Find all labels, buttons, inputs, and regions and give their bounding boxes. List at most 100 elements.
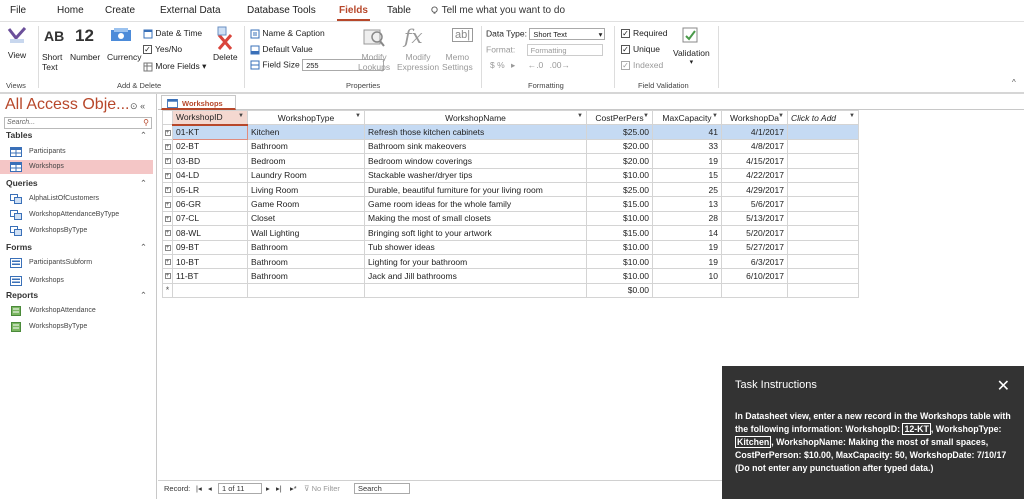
expand-subdatasheet-icon[interactable]: + xyxy=(164,143,171,150)
nav-pane-title[interactable]: All Access Obje... xyxy=(5,96,130,114)
row-selector[interactable]: + xyxy=(162,196,173,212)
required-checkbox[interactable]: ✓ Required xyxy=(621,28,668,39)
short-text-button[interactable]: AB xyxy=(44,28,64,44)
table-row[interactable]: +04-LD Laundry Room Stackable washer/dryer… xyxy=(162,167,859,183)
new-record-cell[interactable] xyxy=(652,282,722,299)
table-cell-empty[interactable] xyxy=(787,210,859,227)
table-cell[interactable]: Bathroom xyxy=(247,253,365,270)
select-all-cell[interactable] xyxy=(162,109,173,126)
table-cell[interactable]: Tub shower ideas xyxy=(364,239,587,255)
menu-external-data[interactable]: External Data xyxy=(160,5,221,16)
table-cell-empty[interactable] xyxy=(787,196,859,212)
table-row[interactable]: +06-GR Game Room Game room ideas for the w… xyxy=(162,196,859,212)
expand-subdatasheet-icon[interactable]: + xyxy=(164,230,171,237)
table-cell[interactable]: 05-LR xyxy=(172,181,248,198)
expand-subdatasheet-icon[interactable]: + xyxy=(164,158,171,165)
new-record-row[interactable]: * $0.00 xyxy=(162,282,859,299)
modify-lookups-button[interactable] xyxy=(362,26,386,50)
delete-button[interactable]: Delete xyxy=(213,26,238,62)
table-cell[interactable]: $20.00 xyxy=(586,153,653,169)
sort-dropdown-icon[interactable]: ▼ xyxy=(577,113,583,119)
table-row[interactable]: +11-BT Bathroom Jack and Jill bathrooms $10… xyxy=(162,268,859,284)
table-cell[interactable]: $25.00 xyxy=(586,181,653,198)
table-cell[interactable]: 02-BT xyxy=(172,138,248,155)
current-record-input[interactable]: 1 of 11 xyxy=(218,483,262,494)
sort-dropdown-icon[interactable]: ▼ xyxy=(712,113,718,119)
menu-fields[interactable]: Fields xyxy=(337,5,370,21)
table-cell[interactable]: 08-WL xyxy=(172,225,248,241)
table-cell[interactable]: 19 xyxy=(652,253,722,270)
table-cell[interactable]: Bringing soft light to your artwork xyxy=(364,225,587,241)
table-cell[interactable]: $25.00 xyxy=(586,124,653,140)
table-cell[interactable]: Bathroom sink makeovers xyxy=(364,138,587,155)
table-cell[interactable]: 19 xyxy=(652,239,722,255)
table-cell[interactable]: 25 xyxy=(652,181,722,198)
new-record-cell[interactable] xyxy=(247,282,365,299)
table-cell-empty[interactable] xyxy=(787,225,859,241)
expand-subdatasheet-icon[interactable]: + xyxy=(164,244,171,251)
date-time-button[interactable]: Date & Time xyxy=(143,28,202,39)
table-cell[interactable]: Lighting for your bathroom xyxy=(364,253,587,270)
column-header-workshopdate[interactable]: WorkshopDa ▼ xyxy=(721,109,788,126)
collapse-ribbon-icon[interactable]: ^ xyxy=(1012,78,1016,87)
table-cell[interactable]: Game Room xyxy=(247,196,365,212)
table-cell[interactable]: 04-LD xyxy=(172,167,248,183)
table-cell[interactable]: 01-KT xyxy=(172,124,248,140)
table-cell[interactable]: 4/22/2017 xyxy=(721,167,788,183)
menu-home[interactable]: Home xyxy=(57,5,84,16)
previous-record-icon[interactable]: ◂ xyxy=(208,484,212,493)
view-button[interactable]: View xyxy=(5,26,29,60)
record-search-input[interactable]: Search xyxy=(354,483,410,494)
table-cell[interactable]: Game room ideas for the whole family xyxy=(364,196,587,212)
tell-me-box[interactable]: Tell me what you want to do xyxy=(430,5,565,16)
table-cell-empty[interactable] xyxy=(787,239,859,255)
table-cell[interactable]: Bathroom xyxy=(247,138,365,155)
currency-button[interactable] xyxy=(110,27,132,45)
table-cell[interactable]: 09-BT xyxy=(172,239,248,255)
row-selector[interactable]: + xyxy=(162,239,173,255)
table-cell[interactable]: Refresh those kitchen cabinets xyxy=(364,124,587,140)
table-cell-empty[interactable] xyxy=(787,138,859,155)
expand-subdatasheet-icon[interactable]: + xyxy=(164,172,171,179)
table-cell[interactable]: $10.00 xyxy=(586,268,653,284)
table-cell[interactable]: Bathroom xyxy=(247,268,365,284)
column-header-costperperson[interactable]: CostPerPers ▼ xyxy=(586,109,653,126)
new-record-cell[interactable] xyxy=(721,282,788,299)
menu-database-tools[interactable]: Database Tools xyxy=(247,5,316,16)
nav-item-form-workshops[interactable]: Workshops xyxy=(0,274,153,288)
format-select[interactable]: Formatting xyxy=(526,44,603,56)
close-icon[interactable]: ✕ xyxy=(997,376,1010,396)
validation-button[interactable]: Validation ▾ xyxy=(673,26,710,66)
next-record-icon[interactable]: ▸ xyxy=(266,484,270,493)
table-cell[interactable]: 03-BD xyxy=(172,153,248,169)
table-row[interactable]: +10-BT Bathroom Lighting for your bathroom… xyxy=(162,253,859,270)
table-cell[interactable]: Kitchen xyxy=(247,124,365,140)
column-header-workshoptype[interactable]: WorkshopType ▼ xyxy=(247,109,365,126)
new-record-cell[interactable] xyxy=(787,282,859,299)
table-cell-empty[interactable] xyxy=(787,253,859,270)
table-row[interactable]: +07-CL Closet Making the most of small clo… xyxy=(162,210,859,227)
sort-dropdown-icon[interactable]: ▼ xyxy=(238,113,244,119)
nav-item-participants-table[interactable]: Participants xyxy=(0,145,153,159)
nav-item-query-alphalist[interactable]: AlphaListOfCustomers xyxy=(0,192,153,206)
table-cell-empty[interactable] xyxy=(787,268,859,284)
nav-item-form-participants-subform[interactable]: ParticipantsSubform xyxy=(0,256,153,270)
nav-section-queries[interactable]: Queries ⌃ xyxy=(6,178,151,188)
table-cell-empty[interactable] xyxy=(787,167,859,183)
table-cell[interactable]: 13 xyxy=(652,196,722,212)
new-record-cell[interactable] xyxy=(172,282,248,299)
unique-checkbox[interactable]: ✓ Unique xyxy=(621,44,660,55)
column-header-click-to-add[interactable]: Click to Add ▼ xyxy=(787,109,859,126)
table-cell[interactable]: 6/3/2017 xyxy=(721,253,788,270)
table-cell[interactable]: Living Room xyxy=(247,181,365,198)
table-cell[interactable]: Jack and Jill bathrooms xyxy=(364,268,587,284)
nav-item-report-workshop-attendance[interactable]: WorkshopAttendance xyxy=(0,304,153,318)
table-cell[interactable]: 4/1/2017 xyxy=(721,124,788,140)
nav-item-workshops-table[interactable]: Workshops xyxy=(0,160,153,174)
menu-file[interactable]: File xyxy=(10,5,26,16)
table-cell[interactable]: 28 xyxy=(652,210,722,227)
table-cell[interactable]: 4/15/2017 xyxy=(721,153,788,169)
table-cell[interactable]: 15 xyxy=(652,167,722,183)
first-record-icon[interactable]: |◂ xyxy=(196,484,202,493)
new-record-selector[interactable]: * xyxy=(162,282,173,299)
